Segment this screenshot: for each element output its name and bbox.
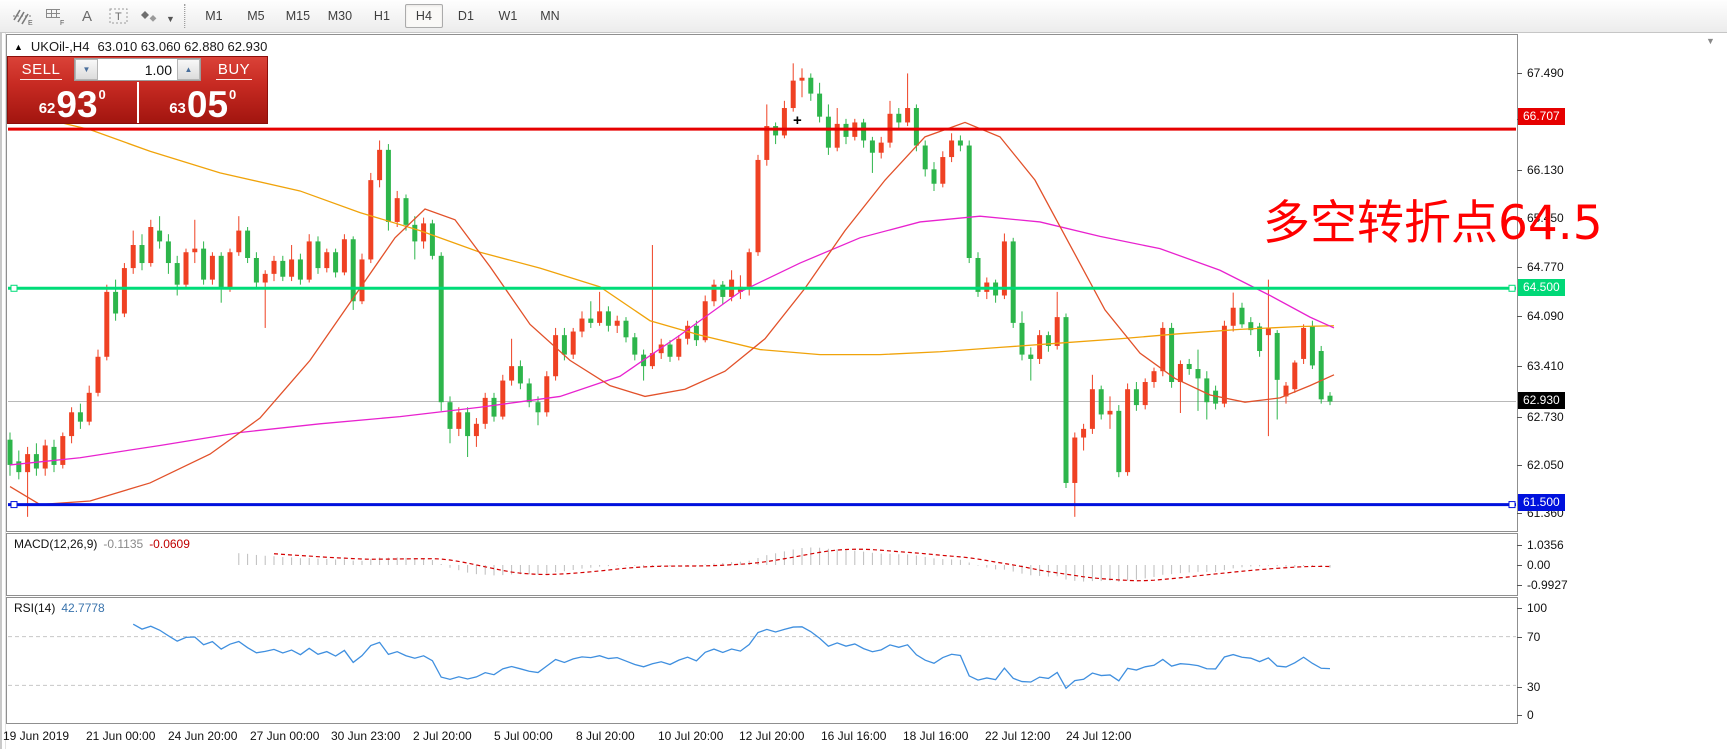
price-badge-61-500[interactable]: 61.500 <box>1518 494 1565 511</box>
timeframe-m15[interactable]: M15 <box>279 4 317 28</box>
buy-button[interactable]: BUY <box>201 61 267 78</box>
macd-label-row: MACD(12,26,9) -0.1135 -0.0609 <box>14 537 190 551</box>
pattern-equity-icon[interactable]: E <box>8 3 38 29</box>
volume-box: ▼ 1.00 ▲ <box>74 58 201 81</box>
price-badge-62-930[interactable]: 62.930 <box>1518 392 1565 409</box>
price-axis-label: 62.050 <box>1527 458 1564 472</box>
rsi-axis-label: 100 <box>1527 601 1547 615</box>
timeframe-h1[interactable]: H1 <box>363 4 401 28</box>
time-axis-label[interactable]: 24 Jun 20:00 <box>168 729 237 743</box>
rsi-panel[interactable] <box>6 597 1518 724</box>
price-badge-64-500[interactable]: 64.500 <box>1518 279 1565 296</box>
text-box-icon[interactable]: T <box>104 3 134 29</box>
timeframe-m1[interactable]: M1 <box>195 4 233 28</box>
time-axis-label[interactable]: 16 Jul 16:00 <box>821 729 886 743</box>
ma-magenta <box>10 216 1334 465</box>
buy-price-big: 05 <box>187 89 228 120</box>
macd-axis-label: -0.9927 <box>1527 578 1568 592</box>
macd-name: MACD(12,26,9) <box>14 537 97 551</box>
ma-gold <box>30 115 1334 354</box>
symbol-title-bar: ▲ UKOil-,H4 63.010 63.060 62.880 62.930 <box>14 39 267 54</box>
time-axis-label[interactable]: 2 Jul 20:00 <box>413 729 472 743</box>
sell-price-sup: 0 <box>99 87 106 102</box>
rsi-value: 42.7778 <box>61 601 104 615</box>
chinese-annotation-text[interactable]: 多空转折点64.5 <box>1263 184 1603 253</box>
timeframe-h4[interactable]: H4 <box>405 4 443 28</box>
time-axis-label[interactable]: 5 Jul 00:00 <box>494 729 553 743</box>
macd-chart[interactable] <box>7 534 1517 595</box>
buy-price-sup: 0 <box>229 87 236 102</box>
timeframe-group: M1M5M15M30H1H4D1W1MN <box>195 4 569 28</box>
scroll-down-icon[interactable]: ▼ <box>1706 36 1715 46</box>
timeframe-w1[interactable]: W1 <box>489 4 527 28</box>
ma-orangered <box>10 122 1334 504</box>
toolbar-separator <box>184 4 186 28</box>
top-toolbar: E F A T ▼ M1M5M15M30H1H4D1W1MN <box>0 0 1727 33</box>
macd-axis-label: 0.00 <box>1527 558 1550 572</box>
volume-input[interactable]: 1.00 <box>98 59 177 80</box>
svg-text:E: E <box>28 20 33 26</box>
one-click-trade-widget: SELL ▼ 1.00 ▲ BUY 62 93 0 63 05 0 <box>8 57 267 123</box>
volume-increase-button[interactable]: ▲ <box>177 59 200 80</box>
chevron-down-icon[interactable]: ▼ <box>166 14 175 24</box>
rsi-axis-label: 30 <box>1527 680 1540 694</box>
time-axis-label[interactable]: 22 Jul 12:00 <box>985 729 1050 743</box>
price-axis-label: 62.730 <box>1527 410 1564 424</box>
collapse-triangle-icon[interactable]: ▲ <box>14 42 23 52</box>
time-axis-label[interactable]: 19 Jun 2019 <box>3 729 69 743</box>
buy-price-display[interactable]: 63 05 0 <box>139 82 268 123</box>
rsi-axis-label: 70 <box>1527 630 1540 644</box>
price-badge-66-707[interactable]: 66.707 <box>1518 108 1565 125</box>
time-axis-label[interactable]: 18 Jul 16:00 <box>903 729 968 743</box>
price-axis-label: 63.410 <box>1527 359 1564 373</box>
timeframe-m5[interactable]: M5 <box>237 4 275 28</box>
grid-forecast-icon[interactable]: F <box>40 3 70 29</box>
price-axis-label: 66.810 <box>1527 112 1564 126</box>
text-label-icon[interactable]: A <box>72 3 102 29</box>
macd-value-signal: -0.0609 <box>149 537 190 551</box>
time-axis-label[interactable]: 12 Jul 20:00 <box>739 729 804 743</box>
time-axis-label[interactable]: 30 Jun 23:00 <box>331 729 400 743</box>
price-axis-label: 64.770 <box>1527 260 1564 274</box>
price-axis-label: 67.490 <box>1527 66 1564 80</box>
macd-axis-label: 1.0356 <box>1527 538 1564 552</box>
macd-panel[interactable] <box>6 533 1518 596</box>
rsi-axis-label: 0 <box>1527 708 1534 722</box>
price-axis-label: 66.130 <box>1527 163 1564 177</box>
symbol-name: UKOil-,H4 <box>31 39 90 54</box>
timeframe-d1[interactable]: D1 <box>447 4 485 28</box>
time-axis-label[interactable]: 24 Jul 12:00 <box>1066 729 1131 743</box>
time-axis-label[interactable]: 8 Jul 20:00 <box>576 729 635 743</box>
crosshair-marker: + <box>793 112 802 129</box>
time-axis-label[interactable]: 21 Jun 00:00 <box>86 729 155 743</box>
buy-price-small: 63 <box>169 100 186 117</box>
arrange-windows-icon[interactable] <box>136 3 166 29</box>
sell-price-small: 62 <box>39 100 56 117</box>
sell-price-big: 93 <box>56 89 97 120</box>
svg-text:T: T <box>115 11 122 23</box>
volume-decrease-button[interactable]: ▼ <box>75 59 98 80</box>
rsi-chart[interactable] <box>7 598 1517 723</box>
timeframe-m30[interactable]: M30 <box>321 4 359 28</box>
macd-value-main: -0.1135 <box>103 537 143 551</box>
time-axis-label[interactable]: 27 Jun 00:00 <box>250 729 319 743</box>
timeframe-mn[interactable]: MN <box>531 4 569 28</box>
time-axis-label[interactable]: 10 Jul 20:00 <box>658 729 723 743</box>
rsi-name: RSI(14) <box>14 601 55 615</box>
sell-price-display[interactable]: 62 93 0 <box>8 82 139 123</box>
sell-button[interactable]: SELL <box>8 61 74 78</box>
price-axis-label: 61.360 <box>1527 506 1564 520</box>
price-axis-label: 64.090 <box>1527 309 1564 323</box>
symbol-ohlc: 63.010 63.060 62.880 62.930 <box>97 39 267 54</box>
rsi-label-row: RSI(14) 42.7778 <box>14 601 105 615</box>
svg-text:F: F <box>60 20 64 26</box>
